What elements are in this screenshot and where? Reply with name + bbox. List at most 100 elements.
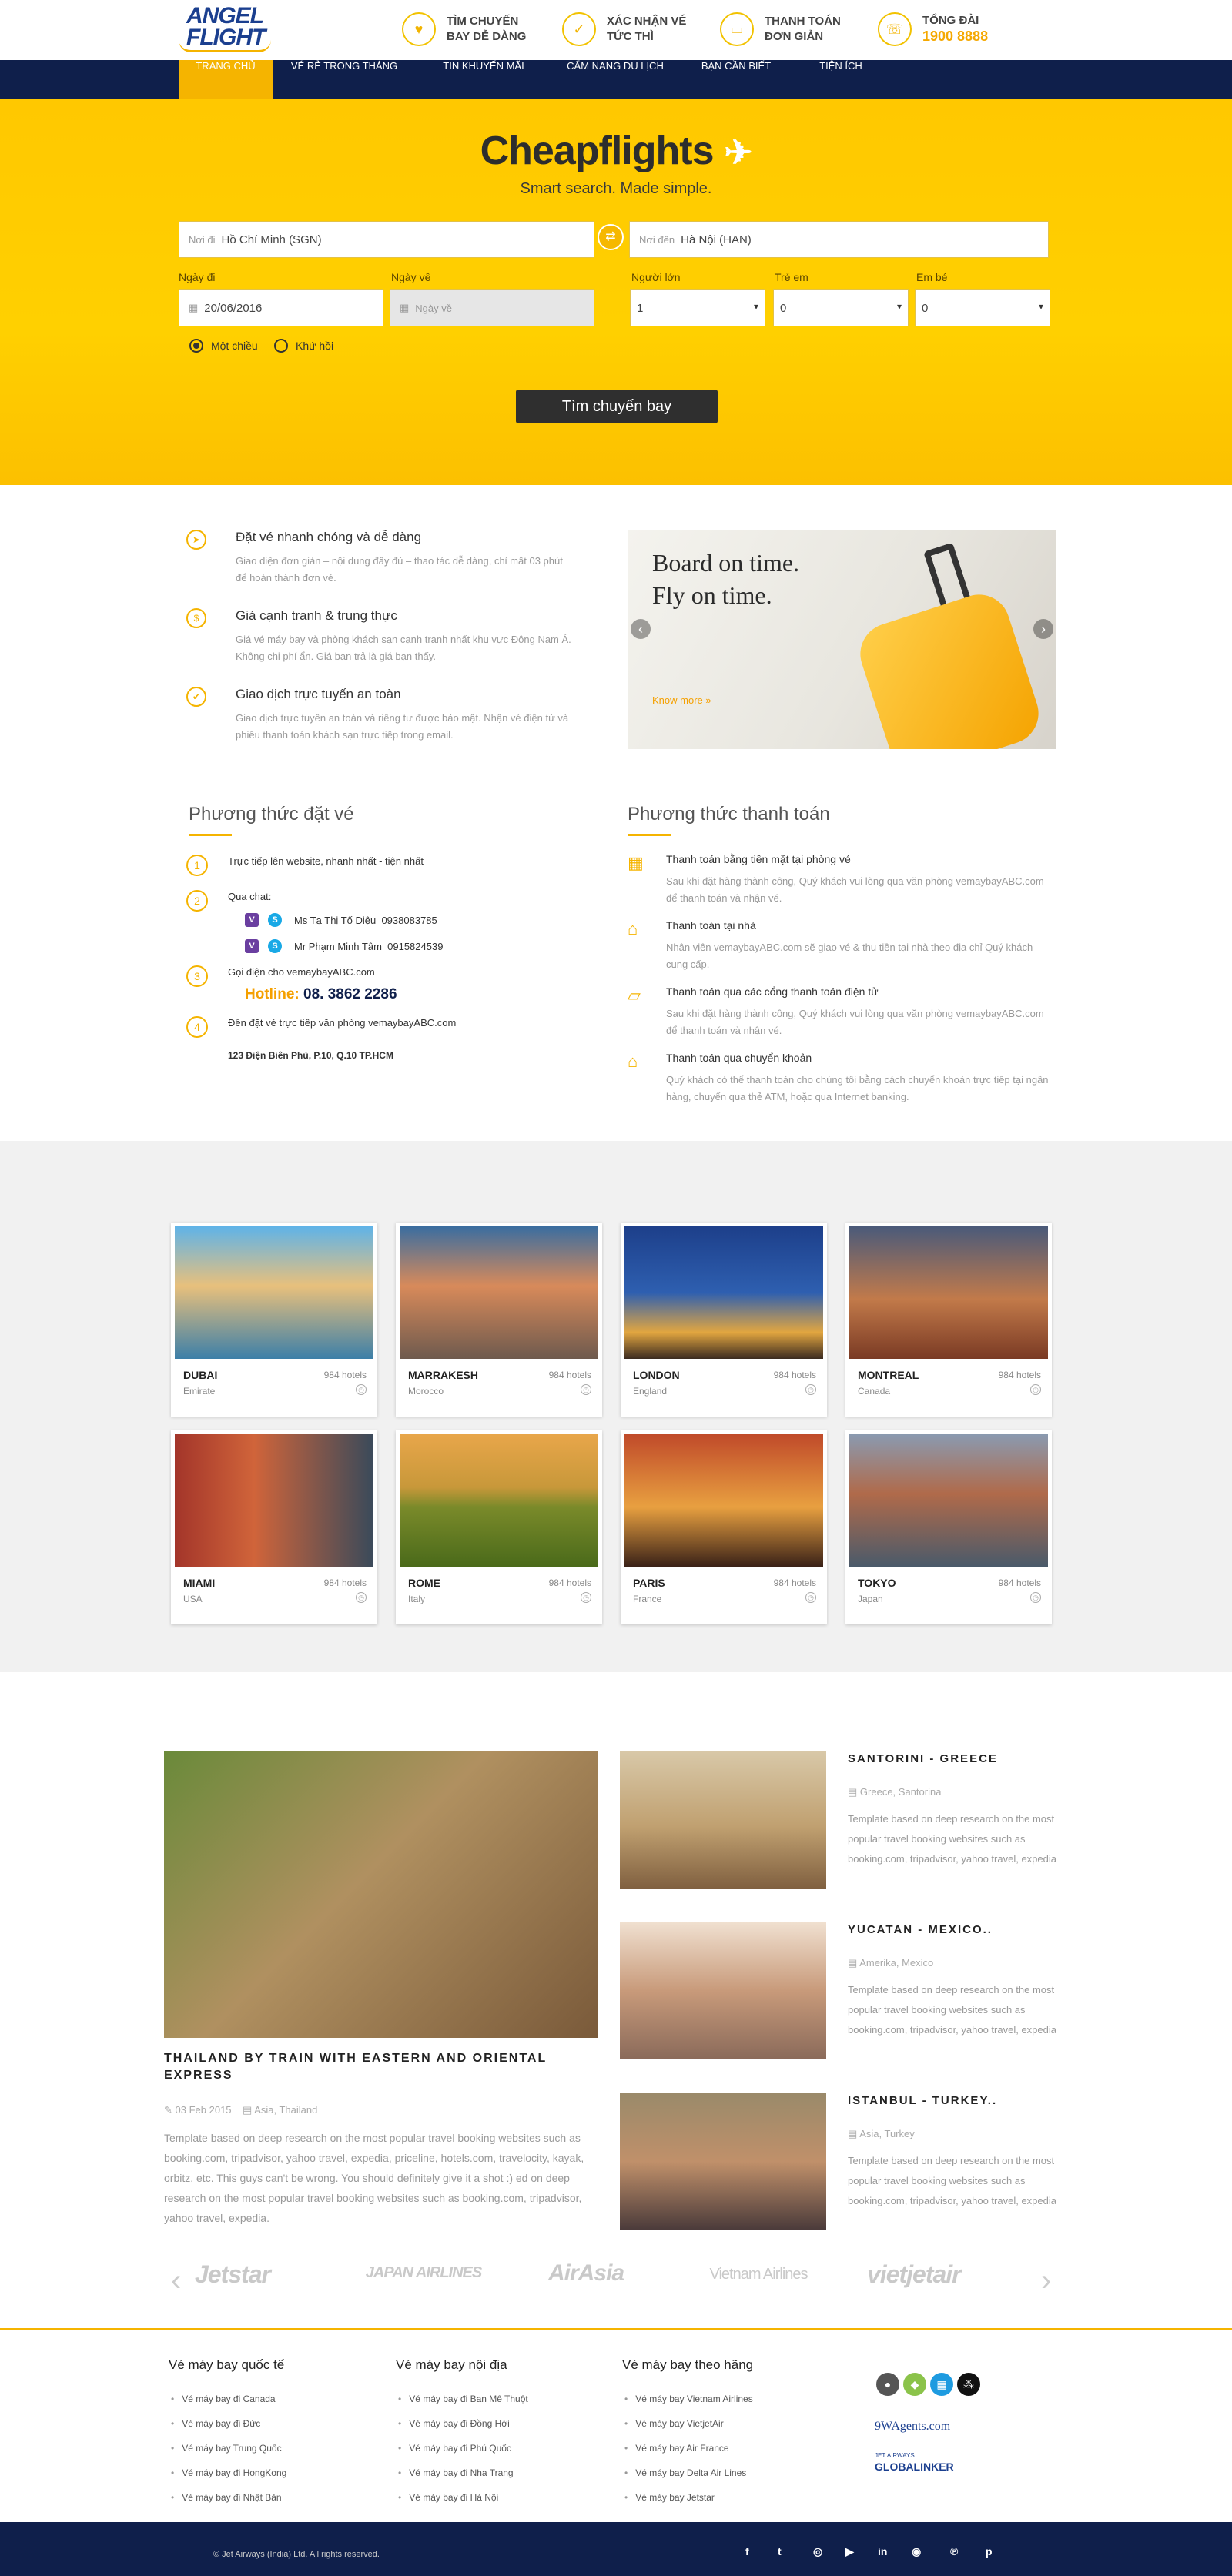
destination-card[interactable]: London England 984 hotels ◷ (621, 1223, 827, 1417)
footer-link[interactable]: Vé máy bay Air France (624, 2443, 728, 2454)
search-flights-button[interactable]: Tìm chuyến bay (516, 390, 718, 423)
footer-link[interactable]: Vé máy bay Delta Air Lines (624, 2467, 746, 2478)
footer-link[interactable]: Vé máy bay đi Phú Quốc (398, 2443, 511, 2454)
to-field[interactable]: Nơi đến Hà Nội (HAN) (629, 221, 1049, 258)
chevron-right-icon[interactable]: › (1033, 619, 1053, 639)
footer-link[interactable]: Vé máy bay đi Hà Nội (398, 2492, 498, 2503)
footer-link[interactable]: Vé máy bay đi HongKong (171, 2467, 286, 2478)
nav-item-utilities[interactable]: Tiện ích (801, 60, 881, 99)
airline-logo-vietnam-airlines[interactable]: Vietnam Airlines (697, 2267, 820, 2282)
destination-card[interactable]: Tokyo Japan 984 hotels ◷ (845, 1430, 1052, 1624)
viber-icon[interactable]: V (245, 939, 259, 953)
footer-link[interactable]: Vé máy bay Trung Quốc (171, 2443, 281, 2454)
airline-logo-airasia[interactable]: AirAsia (548, 2260, 624, 2287)
depart-date-field[interactable]: ▦ 20/06/2016 (179, 289, 383, 326)
infant-select[interactable]: 0 (915, 289, 1050, 326)
feature-hotline[interactable]: ☏ Tổng đài 1900 8888 (878, 6, 988, 52)
blog-location: Asia, Thailand (254, 2104, 318, 2116)
nav-item-promotions[interactable]: Tin khuyến mãi (422, 60, 545, 99)
footer-link[interactable]: Vé máy bay đi Nha Trang (398, 2467, 513, 2478)
facebook-icon[interactable]: f (745, 2545, 749, 2558)
nav-item-need-to-know[interactable]: Bạn cần biết (685, 60, 787, 99)
nav-item-home[interactable]: Trang chủ (179, 60, 273, 99)
airline-logo-vietjet[interactable]: vietjetair (867, 2260, 962, 2289)
blog-side-image[interactable] (620, 2093, 826, 2230)
swap-icon[interactable]: ⇄ (598, 224, 624, 250)
skype-icon[interactable]: S (268, 939, 282, 953)
destination-image (849, 1434, 1048, 1567)
footer-link[interactable]: Vé máy bay đi Đức (171, 2418, 260, 2429)
globalinker-logo[interactable]: GLOBALINKER (875, 2461, 954, 2473)
footer-link[interactable]: Vé máy bay đi Ban Mê Thuột (398, 2394, 528, 2404)
return-date-field[interactable]: ▦ Ngày về (390, 289, 594, 326)
roundtrip-radio[interactable]: Khứ hồi (274, 339, 333, 353)
know-more-link[interactable]: Know more » (652, 694, 711, 706)
destination-card[interactable]: Montreal Canada 984 hotels ◷ (845, 1223, 1052, 1417)
hotline[interactable]: Hotline: 08. 3862 2286 (245, 986, 397, 1003)
destination-card[interactable]: Marrakesh Morocco 984 hotels ◷ (396, 1223, 602, 1417)
viber-icon[interactable]: V (245, 913, 259, 927)
airline-logo-jetstar[interactable]: Jetstar (195, 2260, 271, 2289)
return-label: Ngày về (391, 271, 431, 283)
chevron-right-icon[interactable]: › (1041, 2263, 1051, 2298)
banner-headline: Board on time. Fly on time. (652, 547, 799, 611)
chevron-left-icon[interactable]: ‹ (631, 619, 651, 639)
linkedin-icon[interactable]: in (878, 2545, 887, 2558)
building-icon: ▦ (628, 853, 644, 872)
hotline-label: Hotline: (245, 986, 300, 1002)
from-field[interactable]: Nơi đi Hồ Chí Minh (SGN) (179, 221, 594, 258)
contact-phone: 0938083785 (381, 915, 437, 926)
destination-card[interactable]: Rome Italy 984 hotels ◷ (396, 1430, 602, 1624)
pinterest-icon[interactable]: ℗ (950, 2545, 958, 2558)
footer-link[interactable]: Vé máy bay VietjetAir (624, 2418, 724, 2429)
agents-logo[interactable]: 9WAgents.com (875, 2420, 950, 2434)
blog-main-image[interactable] (164, 1751, 598, 2038)
destination-country: Italy (408, 1594, 426, 1604)
airline-logo-jal[interactable]: JAPAN AIRLINES (362, 2265, 485, 2280)
destination-card[interactable]: Paris France 984 hotels ◷ (621, 1430, 827, 1624)
footer-link[interactable]: Vé máy bay đi Nhật Bản (171, 2492, 281, 2503)
android-icon[interactable]: ◆ (903, 2373, 926, 2396)
footer-link[interactable]: Vé máy bay Jetstar (624, 2492, 715, 2503)
footer-link[interactable]: Vé máy bay đi Đồng Hới (398, 2418, 510, 2429)
map-icon: ▤ (848, 1786, 858, 1798)
flickr-icon[interactable]: ◉ (912, 2545, 921, 2558)
foursquare-icon[interactable]: p (986, 2545, 993, 2558)
feature-desc: Giao dịch trực tuyến an toàn và riêng tư… (236, 712, 569, 741)
oneway-radio[interactable]: Một chiều (189, 339, 258, 353)
site-logo[interactable]: ANGEL FLIGHT (179, 2, 279, 55)
blog-side-excerpt: Template based on deep research on the m… (848, 2155, 1056, 2206)
feature-line: đơn giản (765, 30, 824, 43)
destination-card[interactable]: Miami USA 984 hotels ◷ (171, 1430, 377, 1624)
chevron-left-icon[interactable]: ‹ (171, 2263, 181, 2298)
blackberry-icon[interactable]: ⁂ (957, 2373, 980, 2396)
depart-label: Ngày đi (179, 271, 216, 283)
footer-divider (0, 2328, 1232, 2330)
clock-icon: ◷ (1030, 1384, 1041, 1395)
destination-card[interactable]: Dubai Emirate 984 hotels ◷ (171, 1223, 377, 1417)
destination-country: Canada (858, 1386, 891, 1397)
title-underline (628, 834, 671, 836)
apple-icon[interactable]: ● (876, 2373, 899, 2396)
blog-side-image[interactable] (620, 1751, 826, 1889)
twitter-icon[interactable]: t (778, 2545, 782, 2558)
banner-line: Fly on time. (652, 581, 772, 609)
blog-side-title[interactable]: Istanbul - Turkey.. (848, 2093, 997, 2109)
main-nav: Trang chủ Vé rẻ trong tháng Tin khuyến m… (0, 60, 1232, 99)
skype-icon[interactable]: S (268, 913, 282, 927)
adult-select[interactable]: 1 (630, 289, 765, 326)
youtube-icon[interactable]: ▶ (845, 2545, 854, 2558)
blog-side-image[interactable] (620, 1922, 826, 2059)
footer-link[interactable]: Vé máy bay Vietnam Airlines (624, 2394, 753, 2404)
blog-main-title[interactable]: Thailand by train with Eastern and Orien… (164, 2050, 595, 2084)
nav-item-travel-guide[interactable]: Cẩm nang du lịch (551, 60, 679, 99)
nav-item-monthly-deals[interactable]: Vé rẻ trong tháng (280, 60, 408, 99)
check-icon: ✓ (562, 12, 596, 46)
blog-side-title[interactable]: Santorini - Greece (848, 1751, 998, 1768)
child-select[interactable]: 0 (773, 289, 909, 326)
instagram-icon[interactable]: ◎ (813, 2545, 822, 2558)
blog-main-meta: ✎ 03 Feb 2015 ▤ Asia, Thailand (164, 2104, 317, 2116)
windows-icon[interactable]: ▦ (930, 2373, 953, 2396)
footer-link[interactable]: Vé máy bay đi Canada (171, 2394, 275, 2404)
blog-side-title[interactable]: Yucatan - Mexico.. (848, 1922, 993, 1939)
